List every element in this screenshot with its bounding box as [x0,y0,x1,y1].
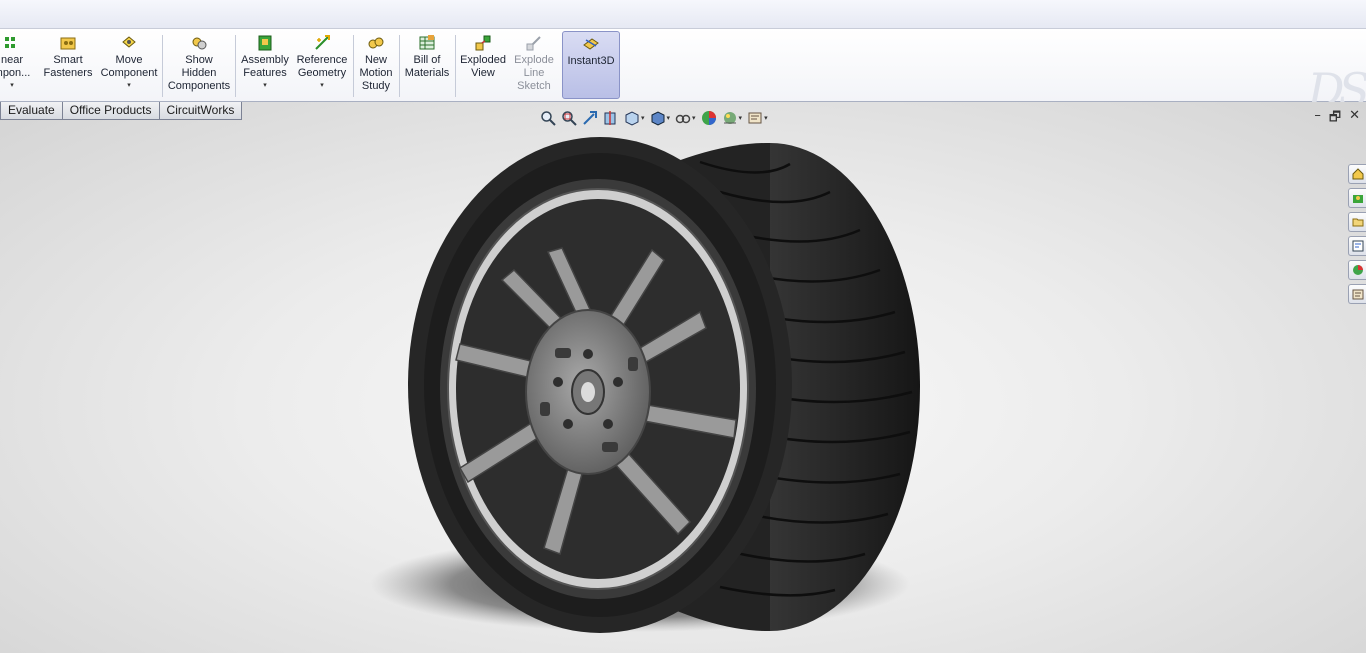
close-icon[interactable]: ✕ [1349,108,1360,130]
assembly-features-icon [258,35,272,51]
display-style-icon[interactable]: ▾ [650,110,670,126]
view-settings-icon[interactable]: ▾ [747,110,768,126]
exploded-view-icon [475,35,491,51]
move-component-label: Move Component [100,54,158,79]
motion-study-icon [368,37,384,49]
zoom-to-area-icon[interactable] [561,110,577,126]
tab-office-products[interactable]: Office Products [61,102,160,120]
file-explorer-icon[interactable] [1348,212,1366,232]
design-library-icon[interactable] [1348,188,1366,208]
tab-circuitworks[interactable]: CircuitWorks [158,102,243,120]
tab-evaluate[interactable]: Evaluate [0,102,63,120]
bill-of-materials-button[interactable]: Bill of Materials [401,31,453,99]
ribbon-divider [353,35,354,97]
edit-appearance-icon[interactable] [701,110,717,126]
appearances-icon[interactable] [1348,260,1366,280]
exploded-view-button[interactable]: Exploded View [457,31,509,99]
chevron-down-icon[interactable]: ▾ [320,81,324,90]
smart-fasteners-button[interactable]: Smart Fasteners [38,31,98,99]
command-manager-tabs: Evaluate Office Products CircuitWorks [0,102,243,121]
show-hidden-components-button[interactable]: Show Hidden Components [166,31,232,99]
explode-line-sketch-icon [526,36,541,51]
custom-properties-icon[interactable] [1348,284,1366,304]
view-orientation-icon[interactable]: ▾ [624,110,645,126]
ribbon-divider [399,35,400,97]
view-palette-icon[interactable] [1348,236,1366,256]
linear-pattern-icon [5,37,15,48]
new-motion-study-button[interactable]: New Motion Study [355,31,397,99]
explode-line-sketch-button[interactable]: Explode Line Sketch [510,31,558,99]
linear-pattern-button[interactable]: near mpon... ▾ [0,31,30,99]
chevron-down-icon[interactable]: ▾ [263,81,267,90]
ribbon-divider [162,35,163,97]
assembly-features-button[interactable]: Assembly Features ▾ [238,31,292,99]
new-motion-study-label: New Motion Study [359,54,393,92]
zoom-to-fit-icon[interactable] [540,110,556,126]
previous-view-icon[interactable] [582,110,598,126]
exploded-view-label: Exploded View [460,54,506,79]
hide-show-items-icon[interactable]: ▾ [675,110,696,126]
reference-geometry-icon [315,35,330,50]
apply-scene-icon[interactable]: ▾ [722,110,742,126]
ribbon-divider [455,35,456,97]
move-component-button[interactable]: Move Component ▾ [98,31,160,99]
restore-icon[interactable]: 🗗 [1329,108,1341,130]
task-pane-tabs [1348,164,1366,304]
reference-geometry-label: Reference Geometry [296,54,348,79]
section-view-icon[interactable] [603,110,619,126]
instant3d-icon [583,38,599,50]
document-window-controls: – 🗗 ✕ [1314,108,1360,130]
title-bar [0,0,1366,29]
chevron-down-icon[interactable]: ▾ [127,81,131,90]
reference-geometry-button[interactable]: Reference Geometry ▾ [294,31,350,99]
smart-fasteners-label: Smart Fasteners [43,54,93,79]
bill-of-materials-label: Bill of Materials [404,54,450,79]
chevron-down-icon[interactable]: ▾ [10,81,14,90]
move-component-icon [122,36,136,48]
assembly-features-label: Assembly Features [241,54,289,79]
instant3d-button[interactable]: Instant3D [562,31,620,99]
solidworks-resources-icon[interactable] [1348,164,1366,184]
command-manager-ribbon: near mpon... ▾ Smart Fasteners Move Comp… [0,29,1366,117]
wheel-model[interactable] [0,102,1366,653]
ribbon-divider [235,35,236,97]
heads-up-view-toolbar: ▾ ▾ ▾ ▾ ▾ [540,108,773,128]
instant3d-label: Instant3D [567,55,615,67]
explode-line-sketch-label: Explode Line Sketch [514,54,554,92]
show-hidden-icon [192,37,207,50]
linear-pattern-label: near mpon... [0,54,31,79]
center-cap [581,382,595,402]
minimize-icon[interactable]: – [1314,108,1321,130]
smart-fasteners-icon [60,37,76,50]
bill-of-materials-icon [419,35,435,50]
show-hidden-components-label: Show Hidden Components [167,54,231,92]
